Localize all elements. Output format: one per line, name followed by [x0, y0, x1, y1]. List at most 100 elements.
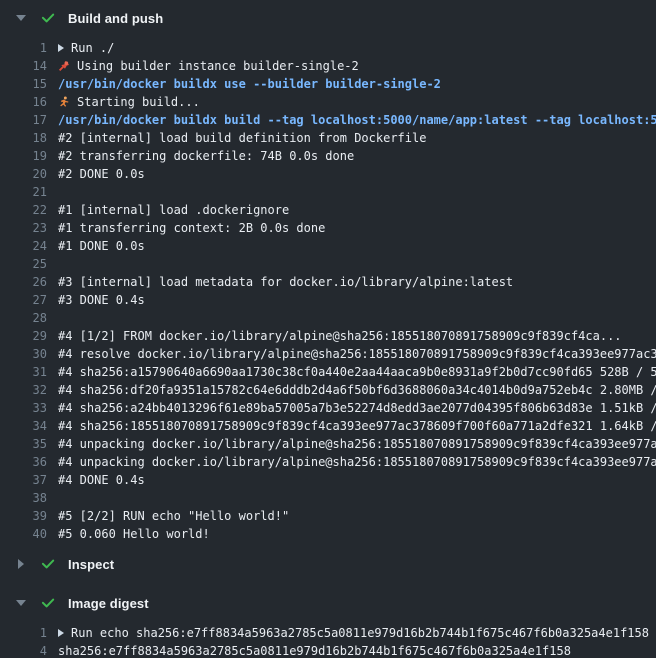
log-line: 27 #3 DONE 0.4s — [0, 291, 656, 309]
line-text: #2 [internal] load build definition from… — [58, 129, 426, 147]
line-text: #5 [2/2] RUN echo "Hello world!" — [58, 507, 289, 525]
line-number[interactable]: 35 — [0, 435, 47, 453]
log-line: 14 Using builder instance builder-single… — [0, 57, 656, 75]
line-number[interactable]: 25 — [0, 255, 47, 273]
log-line: 31 #4 sha256:a15790640a6690aa1730c38cf0a… — [0, 363, 656, 381]
chevron-right-icon[interactable] — [15, 558, 27, 570]
line-text: #4 sha256:185518070891758909c9f839cf4ca3… — [58, 417, 656, 435]
line-number[interactable]: 4 — [0, 642, 47, 658]
line-number[interactable]: 26 — [0, 273, 47, 291]
section-title: Image digest — [68, 596, 149, 611]
log-line: 34 #4 sha256:185518070891758909c9f839cf4… — [0, 417, 656, 435]
log-line: 20 #2 DONE 0.0s — [0, 165, 656, 183]
section-header-build-and-push[interactable]: Build and push — [0, 0, 656, 36]
line-number[interactable]: 27 — [0, 291, 47, 309]
log-line: 33 #4 sha256:a24bb4013296f61e89ba57005a7… — [0, 399, 656, 417]
line-number[interactable]: 40 — [0, 525, 47, 543]
log-line: 19 #2 transferring dockerfile: 74B 0.0s … — [0, 147, 656, 165]
line-text: Run ./ — [71, 39, 114, 57]
section-title: Build and push — [68, 11, 163, 26]
line-number[interactable]: 28 — [0, 309, 47, 327]
line-number[interactable]: 29 — [0, 327, 47, 345]
line-number[interactable]: 24 — [0, 237, 47, 255]
line-number[interactable]: 33 — [0, 399, 47, 417]
log-line: 35 #4 unpacking docker.io/library/alpine… — [0, 435, 656, 453]
success-check-icon — [40, 10, 56, 26]
line-text: #4 DONE 0.4s — [58, 471, 145, 489]
log-line: 38 — [0, 489, 656, 507]
log-line: 1 Run ./ — [0, 39, 656, 57]
line-number[interactable]: 22 — [0, 201, 47, 219]
line-icon-slot — [58, 629, 64, 637]
line-number[interactable]: 32 — [0, 381, 47, 399]
line-text: sha256:e7ff8834a5963a2785c5a0811e979d16b… — [58, 642, 571, 658]
success-check-icon — [40, 595, 56, 611]
log-line: 24 #1 DONE 0.0s — [0, 237, 656, 255]
line-number[interactable]: 15 — [0, 75, 47, 93]
line-number[interactable]: 1 — [0, 39, 47, 57]
log-line: 21 — [0, 183, 656, 201]
log-line: 18 #2 [internal] load build definition f… — [0, 129, 656, 147]
line-text: #4 [1/2] FROM docker.io/library/alpine@s… — [58, 327, 622, 345]
line-text: #4 sha256:df20fa9351a15782c64e6dddb2d4a6… — [58, 381, 656, 399]
line-number[interactable]: 1 — [0, 624, 47, 642]
line-text: #4 sha256:a24bb4013296f61e89ba57005a7b3e… — [58, 399, 656, 417]
line-text: Run echo sha256:e7ff8834a5963a2785c5a081… — [71, 624, 649, 642]
line-text: Using builder instance builder-single-2 — [77, 57, 359, 75]
line-number[interactable]: 18 — [0, 129, 47, 147]
workflow-log-viewer: Build and push 1 Run ./ 14 Using builder… — [0, 0, 656, 658]
log-line: 40 #5 0.060 Hello world! — [0, 525, 656, 543]
line-number[interactable]: 34 — [0, 417, 47, 435]
line-text: #4 resolve docker.io/library/alpine@sha2… — [58, 345, 656, 363]
log-line: 15 /usr/bin/docker buildx use --builder … — [0, 75, 656, 93]
section-build-and-push: Build and push 1 Run ./ 14 Using builder… — [0, 0, 656, 543]
line-number[interactable]: 17 — [0, 111, 47, 129]
line-number[interactable]: 20 — [0, 165, 47, 183]
expander-icon[interactable] — [58, 44, 64, 52]
chevron-down-icon[interactable] — [15, 12, 27, 24]
line-number[interactable]: 39 — [0, 507, 47, 525]
line-number[interactable]: 23 — [0, 219, 47, 237]
runner-icon — [58, 96, 70, 108]
line-number[interactable]: 14 — [0, 57, 47, 75]
line-number[interactable]: 30 — [0, 345, 47, 363]
section-image-digest: Image digest 1 Run echo sha256:e7ff8834a… — [0, 585, 656, 658]
log-line: 16 Starting build... — [0, 93, 656, 111]
section-lines-image-digest: 1 Run echo sha256:e7ff8834a5963a2785c5a0… — [0, 624, 656, 658]
line-text: /usr/bin/docker buildx use --builder bui… — [58, 75, 441, 93]
line-icon-slot — [58, 96, 70, 108]
line-number[interactable]: 21 — [0, 183, 47, 201]
line-text: #4 sha256:a15790640a6690aa1730c38cf0a440… — [58, 363, 656, 381]
line-number[interactable]: 19 — [0, 147, 47, 165]
log-line: 36 #4 unpacking docker.io/library/alpine… — [0, 453, 656, 471]
line-text: #1 [internal] load .dockerignore — [58, 201, 289, 219]
line-text: Starting build... — [77, 93, 200, 111]
line-text: /usr/bin/docker buildx build --tag local… — [58, 111, 656, 129]
line-text: #2 transferring dockerfile: 74B 0.0s don… — [58, 147, 354, 165]
line-number[interactable]: 31 — [0, 363, 47, 381]
section-lines-build-and-push: 1 Run ./ 14 Using builder instance build… — [0, 39, 656, 543]
log-line: 25 — [0, 255, 656, 273]
line-icon-slot — [58, 60, 70, 72]
expander-icon[interactable] — [58, 629, 64, 637]
chevron-down-icon[interactable] — [15, 597, 27, 609]
pushpin-icon — [58, 60, 70, 72]
line-number[interactable]: 38 — [0, 489, 47, 507]
line-text: #1 transferring context: 2B 0.0s done — [58, 219, 325, 237]
section-header-inspect[interactable]: Inspect — [0, 546, 656, 582]
log-line: 1 Run echo sha256:e7ff8834a5963a2785c5a0… — [0, 624, 656, 642]
line-number[interactable]: 16 — [0, 93, 47, 111]
line-number[interactable]: 37 — [0, 471, 47, 489]
log-line: 29 #4 [1/2] FROM docker.io/library/alpin… — [0, 327, 656, 345]
line-number[interactable]: 36 — [0, 453, 47, 471]
line-text: #1 DONE 0.0s — [58, 237, 145, 255]
success-check-icon — [40, 556, 56, 572]
line-text: #3 DONE 0.4s — [58, 291, 145, 309]
line-text: #4 unpacking docker.io/library/alpine@sh… — [58, 435, 656, 453]
section-header-image-digest[interactable]: Image digest — [0, 585, 656, 621]
log-line: 39 #5 [2/2] RUN echo "Hello world!" — [0, 507, 656, 525]
section-title: Inspect — [68, 557, 114, 572]
log-line: 37 #4 DONE 0.4s — [0, 471, 656, 489]
line-icon-slot — [58, 44, 64, 52]
line-text: #4 unpacking docker.io/library/alpine@sh… — [58, 453, 656, 471]
